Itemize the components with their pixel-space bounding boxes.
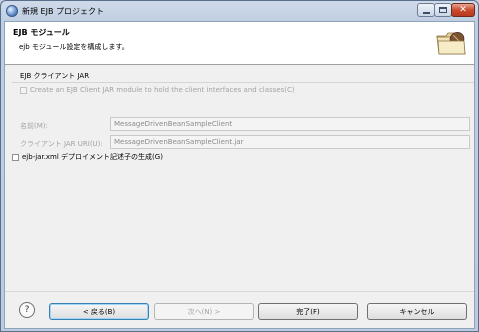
deployment-descriptor-row: ejb-jar.xml デプロイメント記述子の生成(G) bbox=[12, 152, 163, 162]
create-client-jar-row: Create an EJB Client JAR module to hold … bbox=[20, 86, 295, 94]
minimize-button[interactable] bbox=[417, 3, 435, 17]
banner-title: EJB モジュール bbox=[13, 28, 70, 37]
folder-bean-icon bbox=[436, 32, 466, 55]
cancel-button[interactable]: キャンセル bbox=[367, 303, 467, 320]
wizard-window: 新規 EJB プロジェクト ✕ EJB モジュール ejb モジュール設定を構成… bbox=[0, 0, 479, 332]
create-client-jar-label: Create an EJB Client JAR module to hold … bbox=[30, 86, 295, 94]
next-button-label: 次へ(N) > bbox=[187, 307, 221, 316]
help-icon: ? bbox=[24, 305, 30, 315]
deployment-descriptor-checkbox[interactable] bbox=[12, 153, 19, 161]
close-icon: ✕ bbox=[459, 4, 467, 15]
client-jar-uri-label: クライアント JAR URI(U): bbox=[20, 140, 103, 148]
finish-button[interactable]: 完了(F) bbox=[258, 303, 358, 320]
client-jar-group-label: EJB クライアント JAR bbox=[20, 72, 90, 80]
title-bar: 新規 EJB プロジェクト ✕ bbox=[1, 1, 478, 21]
wizard-body: EJB モジュール ejb モジュール設定を構成します。 EJB クライアント … bbox=[4, 21, 475, 329]
deployment-descriptor-label: ejb-jar.xml デプロイメント記述子の生成(G) bbox=[22, 153, 163, 161]
help-button[interactable]: ? bbox=[19, 302, 35, 318]
close-button[interactable]: ✕ bbox=[451, 3, 475, 17]
back-button[interactable]: < 戻る(B) bbox=[49, 303, 149, 320]
eclipse-icon bbox=[6, 5, 18, 17]
cancel-button-label: キャンセル bbox=[399, 307, 435, 316]
create-client-jar-checkbox[interactable] bbox=[20, 86, 27, 94]
banner-description: ejb モジュール設定を構成します。 bbox=[19, 43, 129, 51]
wizard-banner: EJB モジュール ejb モジュール設定を構成します。 bbox=[5, 22, 474, 65]
back-button-label: < 戻る(B) bbox=[82, 307, 116, 316]
minimize-icon bbox=[422, 11, 430, 14]
window-title: 新規 EJB プロジェクト bbox=[22, 7, 104, 16]
footer-separator bbox=[5, 291, 474, 292]
next-button[interactable]: 次へ(N) > bbox=[154, 303, 254, 320]
finish-button-label: 完了(F) bbox=[296, 307, 320, 316]
client-name-field[interactable]: MessageDrivenBeanSampleClient bbox=[110, 117, 470, 131]
name-label: 名前(M): bbox=[20, 122, 48, 130]
client-jar-group: EJB クライアント JAR Create an EJB Client JAR … bbox=[12, 71, 474, 155]
maximize-icon bbox=[439, 7, 447, 13]
client-jar-uri-field[interactable]: MessageDrivenBeanSampleClient.jar bbox=[110, 135, 470, 149]
group-separator bbox=[12, 82, 474, 83]
maximize-button[interactable] bbox=[434, 3, 452, 17]
